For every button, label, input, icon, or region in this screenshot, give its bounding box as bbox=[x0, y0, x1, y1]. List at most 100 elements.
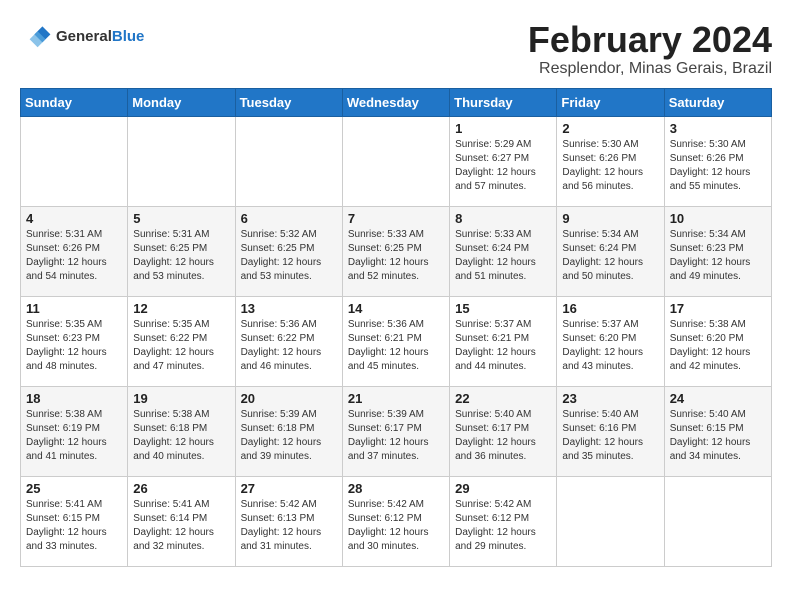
calendar-cell: 3 Sunrise: 5:30 AM Sunset: 6:26 PM Daylig… bbox=[664, 116, 771, 206]
day-info: Sunrise: 5:36 AM Sunset: 6:22 PM Dayligh… bbox=[241, 318, 337, 374]
day-number: 22 bbox=[455, 391, 551, 406]
calendar-cell: 14 Sunrise: 5:36 AM Sunset: 6:21 PM Dayli… bbox=[342, 296, 449, 386]
calendar-cell: 9 Sunrise: 5:34 AM Sunset: 6:24 PM Daylig… bbox=[557, 206, 664, 296]
day-number: 25 bbox=[26, 481, 122, 496]
day-info: Sunrise: 5:42 AM Sunset: 6:13 PM Dayligh… bbox=[241, 498, 337, 554]
calendar-cell: 8 Sunrise: 5:33 AM Sunset: 6:24 PM Daylig… bbox=[450, 206, 557, 296]
day-number: 18 bbox=[26, 391, 122, 406]
day-number: 24 bbox=[670, 391, 766, 406]
calendar-cell: 19 Sunrise: 5:38 AM Sunset: 6:18 PM Dayli… bbox=[128, 386, 235, 476]
location: Resplendor, Minas Gerais, Brazil bbox=[528, 60, 772, 78]
day-number: 13 bbox=[241, 301, 337, 316]
calendar-week-row: 1 Sunrise: 5:29 AM Sunset: 6:27 PM Daylig… bbox=[21, 116, 772, 206]
calendar-cell: 21 Sunrise: 5:39 AM Sunset: 6:17 PM Dayli… bbox=[342, 386, 449, 476]
page-header: GeneralBlue February 2024 Resplendor, Mi… bbox=[20, 20, 772, 78]
calendar-cell: 13 Sunrise: 5:36 AM Sunset: 6:22 PM Dayli… bbox=[235, 296, 342, 386]
day-info: Sunrise: 5:35 AM Sunset: 6:23 PM Dayligh… bbox=[26, 318, 122, 374]
logo-icon bbox=[20, 20, 52, 52]
day-number: 7 bbox=[348, 211, 444, 226]
logo-general-text: General bbox=[56, 28, 112, 45]
day-of-week-header: Friday bbox=[557, 88, 664, 116]
calendar-cell: 24 Sunrise: 5:40 AM Sunset: 6:15 PM Dayli… bbox=[664, 386, 771, 476]
day-info: Sunrise: 5:40 AM Sunset: 6:15 PM Dayligh… bbox=[670, 408, 766, 464]
day-number: 21 bbox=[348, 391, 444, 406]
calendar-cell: 29 Sunrise: 5:42 AM Sunset: 6:12 PM Dayli… bbox=[450, 476, 557, 566]
day-number: 1 bbox=[455, 121, 551, 136]
calendar-cell: 6 Sunrise: 5:32 AM Sunset: 6:25 PM Daylig… bbox=[235, 206, 342, 296]
logo: GeneralBlue bbox=[20, 20, 144, 52]
calendar-cell: 10Sunrise: 5:34 AM Sunset: 6:23 PM Dayli… bbox=[664, 206, 771, 296]
calendar-week-row: 4 Sunrise: 5:31 AM Sunset: 6:26 PM Daylig… bbox=[21, 206, 772, 296]
day-number: 6 bbox=[241, 211, 337, 226]
day-info: Sunrise: 5:41 AM Sunset: 6:15 PM Dayligh… bbox=[26, 498, 122, 554]
day-info: Sunrise: 5:35 AM Sunset: 6:22 PM Dayligh… bbox=[133, 318, 229, 374]
calendar-week-row: 11 Sunrise: 5:35 AM Sunset: 6:23 PM Dayli… bbox=[21, 296, 772, 386]
day-info: Sunrise: 5:38 AM Sunset: 6:18 PM Dayligh… bbox=[133, 408, 229, 464]
calendar-cell: 2 Sunrise: 5:30 AM Sunset: 6:26 PM Daylig… bbox=[557, 116, 664, 206]
day-number: 28 bbox=[348, 481, 444, 496]
day-number: 4 bbox=[26, 211, 122, 226]
day-number: 16 bbox=[562, 301, 658, 316]
day-info: Sunrise: 5:36 AM Sunset: 6:21 PM Dayligh… bbox=[348, 318, 444, 374]
day-info: Sunrise: 5:42 AM Sunset: 6:12 PM Dayligh… bbox=[455, 498, 551, 554]
day-number: 3 bbox=[670, 121, 766, 136]
logo-blue-text: Blue bbox=[112, 28, 145, 45]
day-of-week-header: Sunday bbox=[21, 88, 128, 116]
day-number: 14 bbox=[348, 301, 444, 316]
calendar-cell: 25 Sunrise: 5:41 AM Sunset: 6:15 PM Dayli… bbox=[21, 476, 128, 566]
day-info: Sunrise: 5:30 AM Sunset: 6:26 PM Dayligh… bbox=[562, 138, 658, 194]
day-number: 11 bbox=[26, 301, 122, 316]
day-info: Sunrise: 5:39 AM Sunset: 6:17 PM Dayligh… bbox=[348, 408, 444, 464]
day-info: Sunrise: 5:34 AM Sunset: 6:23 PM Dayligh… bbox=[670, 228, 766, 284]
day-number: 9 bbox=[562, 211, 658, 226]
day-info: Sunrise: 5:32 AM Sunset: 6:25 PM Dayligh… bbox=[241, 228, 337, 284]
day-info: Sunrise: 5:40 AM Sunset: 6:16 PM Dayligh… bbox=[562, 408, 658, 464]
calendar-cell: 4 Sunrise: 5:31 AM Sunset: 6:26 PM Daylig… bbox=[21, 206, 128, 296]
calendar-cell bbox=[664, 476, 771, 566]
day-number: 8 bbox=[455, 211, 551, 226]
day-number: 23 bbox=[562, 391, 658, 406]
calendar-cell: 20 Sunrise: 5:39 AM Sunset: 6:18 PM Dayli… bbox=[235, 386, 342, 476]
day-info: Sunrise: 5:38 AM Sunset: 6:20 PM Dayligh… bbox=[670, 318, 766, 374]
day-info: Sunrise: 5:29 AM Sunset: 6:27 PM Dayligh… bbox=[455, 138, 551, 194]
day-number: 26 bbox=[133, 481, 229, 496]
day-of-week-header: Monday bbox=[128, 88, 235, 116]
calendar-cell bbox=[557, 476, 664, 566]
day-info: Sunrise: 5:40 AM Sunset: 6:17 PM Dayligh… bbox=[455, 408, 551, 464]
calendar-cell: 16 Sunrise: 5:37 AM Sunset: 6:20 PM Dayli… bbox=[557, 296, 664, 386]
day-number: 29 bbox=[455, 481, 551, 496]
calendar-cell: 7 Sunrise: 5:33 AM Sunset: 6:25 PM Daylig… bbox=[342, 206, 449, 296]
day-number: 19 bbox=[133, 391, 229, 406]
day-of-week-header: Wednesday bbox=[342, 88, 449, 116]
calendar-cell: 23 Sunrise: 5:40 AM Sunset: 6:16 PM Dayli… bbox=[557, 386, 664, 476]
calendar-week-row: 18Sunrise: 5:38 AM Sunset: 6:19 PM Dayli… bbox=[21, 386, 772, 476]
calendar-table: SundayMondayTuesdayWednesdayThursdayFrid… bbox=[20, 88, 772, 567]
day-info: Sunrise: 5:37 AM Sunset: 6:20 PM Dayligh… bbox=[562, 318, 658, 374]
day-number: 20 bbox=[241, 391, 337, 406]
calendar-cell: 12 Sunrise: 5:35 AM Sunset: 6:22 PM Dayli… bbox=[128, 296, 235, 386]
calendar-cell bbox=[21, 116, 128, 206]
day-number: 17 bbox=[670, 301, 766, 316]
day-number: 12 bbox=[133, 301, 229, 316]
day-number: 15 bbox=[455, 301, 551, 316]
calendar-cell: 17 Sunrise: 5:38 AM Sunset: 6:20 PM Dayli… bbox=[664, 296, 771, 386]
day-number: 2 bbox=[562, 121, 658, 136]
day-info: Sunrise: 5:41 AM Sunset: 6:14 PM Dayligh… bbox=[133, 498, 229, 554]
day-number: 27 bbox=[241, 481, 337, 496]
day-info: Sunrise: 5:31 AM Sunset: 6:26 PM Dayligh… bbox=[26, 228, 122, 284]
day-info: Sunrise: 5:39 AM Sunset: 6:18 PM Dayligh… bbox=[241, 408, 337, 464]
day-info: Sunrise: 5:33 AM Sunset: 6:25 PM Dayligh… bbox=[348, 228, 444, 284]
calendar-header-row: SundayMondayTuesdayWednesdayThursdayFrid… bbox=[21, 88, 772, 116]
calendar-cell: 11 Sunrise: 5:35 AM Sunset: 6:23 PM Dayli… bbox=[21, 296, 128, 386]
day-info: Sunrise: 5:33 AM Sunset: 6:24 PM Dayligh… bbox=[455, 228, 551, 284]
day-info: Sunrise: 5:34 AM Sunset: 6:24 PM Dayligh… bbox=[562, 228, 658, 284]
day-info: Sunrise: 5:30 AM Sunset: 6:26 PM Dayligh… bbox=[670, 138, 766, 194]
day-info: Sunrise: 5:37 AM Sunset: 6:21 PM Dayligh… bbox=[455, 318, 551, 374]
day-of-week-header: Tuesday bbox=[235, 88, 342, 116]
day-of-week-header: Saturday bbox=[664, 88, 771, 116]
calendar-cell bbox=[128, 116, 235, 206]
month-year: February 2024 bbox=[528, 20, 772, 60]
calendar-cell: 28Sunrise: 5:42 AM Sunset: 6:12 PM Dayli… bbox=[342, 476, 449, 566]
calendar-body: 1 Sunrise: 5:29 AM Sunset: 6:27 PM Daylig… bbox=[21, 116, 772, 566]
calendar-cell: 18Sunrise: 5:38 AM Sunset: 6:19 PM Dayli… bbox=[21, 386, 128, 476]
